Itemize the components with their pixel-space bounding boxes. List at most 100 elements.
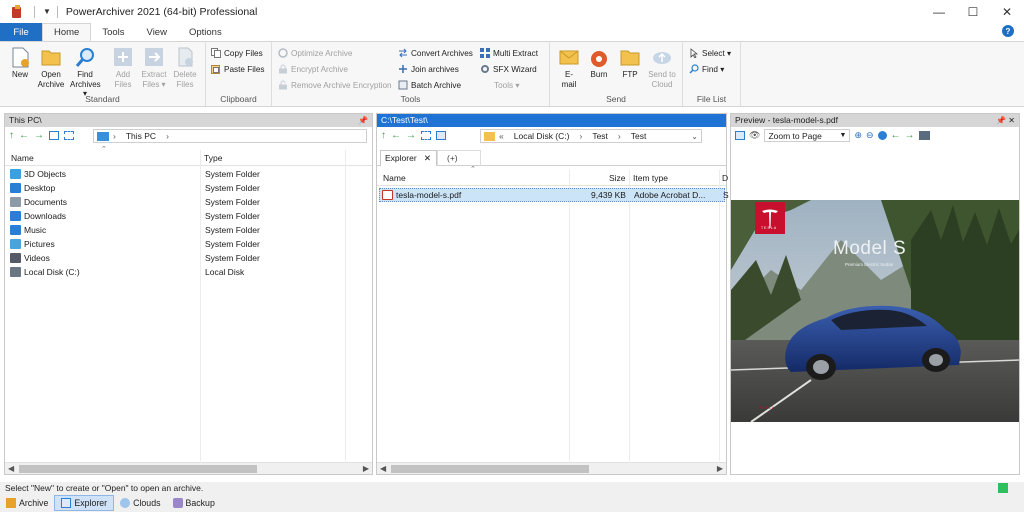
breadcrumb-test[interactable]: Test (592, 131, 608, 141)
tab-explorer[interactable]: Explorer ✕ (380, 150, 437, 166)
mid-address-bar[interactable]: « Local Disk (C:) › Test › Test ⌄ (480, 129, 702, 143)
column-name-header[interactable]: Name (11, 153, 34, 163)
join-archives-button[interactable]: Join archives (398, 62, 459, 76)
breadcrumb-local-disk[interactable]: Local Disk (C:) (514, 131, 570, 141)
pin-icon[interactable]: 📌 (358, 114, 368, 127)
preview-subheading: Premium Electric Sedan (845, 262, 894, 267)
list-item[interactable]: Local Disk (C:) Local Disk (7, 265, 370, 279)
help-icon[interactable]: ? (1002, 25, 1014, 37)
minimize-button[interactable]: — (922, 0, 956, 23)
tab-tools[interactable]: Tools (91, 23, 135, 41)
add-files-button[interactable]: Add Files (108, 46, 138, 89)
scroll-left-icon[interactable]: ◀ (8, 463, 14, 475)
zoom-out-icon[interactable]: ⊖ (866, 130, 874, 141)
find-archives-button[interactable]: Find Archives ▾ (70, 46, 101, 99)
list-item[interactable]: Music System Folder (7, 223, 370, 237)
bottom-tab-archive[interactable]: Archive (0, 495, 54, 511)
column-name-header[interactable]: Name (383, 173, 406, 183)
breadcrumb-test-2[interactable]: Test (631, 131, 647, 141)
list-item[interactable]: Pictures System Folder (7, 237, 370, 251)
breadcrumb-this-pc[interactable]: This PC (126, 131, 156, 141)
prev-page-icon[interactable]: ← (891, 130, 901, 141)
list-item[interactable]: Downloads System Folder (7, 209, 370, 223)
mid-panel-title: C:\Test\Test\ (377, 114, 726, 127)
maximize-button[interactable]: ☐ (956, 0, 990, 23)
bottom-tab-explorer[interactable]: Explorer (54, 495, 115, 511)
ftp-button[interactable]: FTP (615, 46, 645, 80)
select-dropdown-button[interactable]: Select ▾ (689, 46, 731, 60)
left-horizontal-scrollbar[interactable]: ◀ ▶ (5, 462, 372, 474)
column-size-header[interactable]: Size (609, 173, 626, 183)
list-item[interactable]: Desktop System Folder (7, 181, 370, 195)
list-item[interactable]: Videos System Folder (7, 251, 370, 265)
preview-toggle-icon[interactable] (436, 131, 446, 140)
quick-access-dropdown-icon[interactable]: ▼ (43, 7, 51, 16)
view-toggle-icon[interactable] (49, 131, 59, 140)
extract-files-button[interactable]: Extract Files ▾ (139, 46, 169, 89)
up-arrow-icon[interactable]: ↑ (381, 130, 386, 141)
zoom-select[interactable]: Zoom to Page ▼ (764, 129, 851, 142)
bottom-tab-backup[interactable]: Backup (167, 495, 221, 511)
tab-home[interactable]: Home (42, 23, 92, 41)
ribbon-group-filelist: Select ▾ Find ▾ File List (683, 42, 741, 106)
tree-view-icon[interactable] (421, 131, 431, 140)
mid-nav-bar: ↑ ← → « Local Disk (C:) › Test › Test ⌄ (377, 127, 726, 144)
mid-horizontal-scrollbar[interactable]: ◀ ▶ (377, 462, 726, 474)
forward-arrow-icon[interactable]: → (406, 130, 416, 141)
convert-archives-button[interactable]: Convert Archives (398, 46, 473, 60)
remove-encryption-button[interactable]: Remove Archive Encryption (278, 78, 392, 92)
burn-button[interactable]: Burn (584, 46, 614, 80)
tab-file[interactable]: File (0, 23, 42, 41)
close-button[interactable]: ✕ (990, 0, 1024, 23)
next-page-icon[interactable]: → (905, 130, 915, 141)
print-icon[interactable] (918, 131, 930, 140)
tree-view-icon[interactable] (64, 131, 74, 140)
open-archive-button[interactable]: Open Archive (36, 46, 66, 89)
copy-files-button[interactable]: Copy Files (211, 46, 263, 60)
column-type-header[interactable]: Type (204, 153, 222, 163)
ribbon-group-tools: Optimize Archive Encrypt Archive Remove … (272, 42, 550, 106)
eye-icon[interactable]: 👁 (749, 130, 760, 141)
tools-dropdown-button[interactable]: Tools ▾ (494, 78, 520, 92)
forward-arrow-icon[interactable]: → (34, 130, 44, 141)
zoom-in-icon[interactable]: ⊕ (854, 130, 862, 141)
delete-files-button[interactable]: Delete Files (170, 46, 200, 89)
optimize-archive-button[interactable]: Optimize Archive (278, 46, 352, 60)
left-address-bar[interactable]: › This PC › (93, 129, 367, 143)
multi-extract-button[interactable]: Multi Extract (480, 46, 538, 60)
ribbon: New Open Archive Find Archives ▾ Add Fil… (0, 41, 1024, 107)
sfx-wizard-button[interactable]: SFX Wizard (480, 62, 537, 76)
encrypt-archive-button[interactable]: Encrypt Archive (278, 62, 348, 76)
new-button[interactable]: New (5, 46, 35, 80)
info-icon[interactable] (877, 131, 887, 140)
email-button[interactable]: E- mail (554, 46, 584, 89)
scroll-thumb[interactable] (19, 465, 257, 473)
tab-view[interactable]: View (136, 23, 178, 41)
list-item[interactable]: 3D Objects System Folder (7, 167, 370, 181)
back-arrow-icon[interactable]: ← (391, 130, 401, 141)
batch-archive-button[interactable]: Batch Archive (398, 78, 461, 92)
pin-close-icons[interactable]: 📌 ✕ (996, 114, 1015, 127)
scroll-right-icon[interactable]: ▶ (363, 463, 369, 475)
column-item-type-header[interactable]: Item type (633, 173, 668, 183)
scroll-thumb[interactable] (391, 465, 589, 473)
bottom-tab-clouds[interactable]: Clouds (114, 495, 166, 511)
find-dropdown-button[interactable]: Find ▾ (689, 62, 724, 76)
column-date-header[interactable]: D (722, 173, 728, 183)
table-row[interactable]: tesla-model-s.pdf 9,439 KB Adobe Acrobat… (379, 188, 729, 202)
tab-options[interactable]: Options (178, 23, 233, 41)
preview-frame-icon[interactable] (735, 131, 745, 140)
up-arrow-icon[interactable]: ↑ (9, 130, 14, 141)
scroll-left-icon[interactable]: ◀ (380, 463, 386, 475)
send-to-cloud-button[interactable]: Send to Cloud (647, 46, 677, 89)
paste-files-button[interactable]: Paste Files (211, 62, 265, 76)
add-tab-button[interactable]: (+) (437, 150, 481, 166)
app-icon[interactable] (10, 4, 24, 19)
close-tab-icon[interactable]: ✕ (424, 151, 431, 166)
back-arrow-icon[interactable]: ← (19, 130, 29, 141)
list-item[interactable]: Documents System Folder (7, 195, 370, 209)
address-dropdown-icon[interactable]: ⌄ (691, 132, 698, 141)
window-title: PowerArchiver 2021 (64-bit) Professional (65, 5, 258, 18)
cursor-icon (689, 48, 699, 59)
scroll-right-icon[interactable]: ▶ (717, 463, 723, 475)
